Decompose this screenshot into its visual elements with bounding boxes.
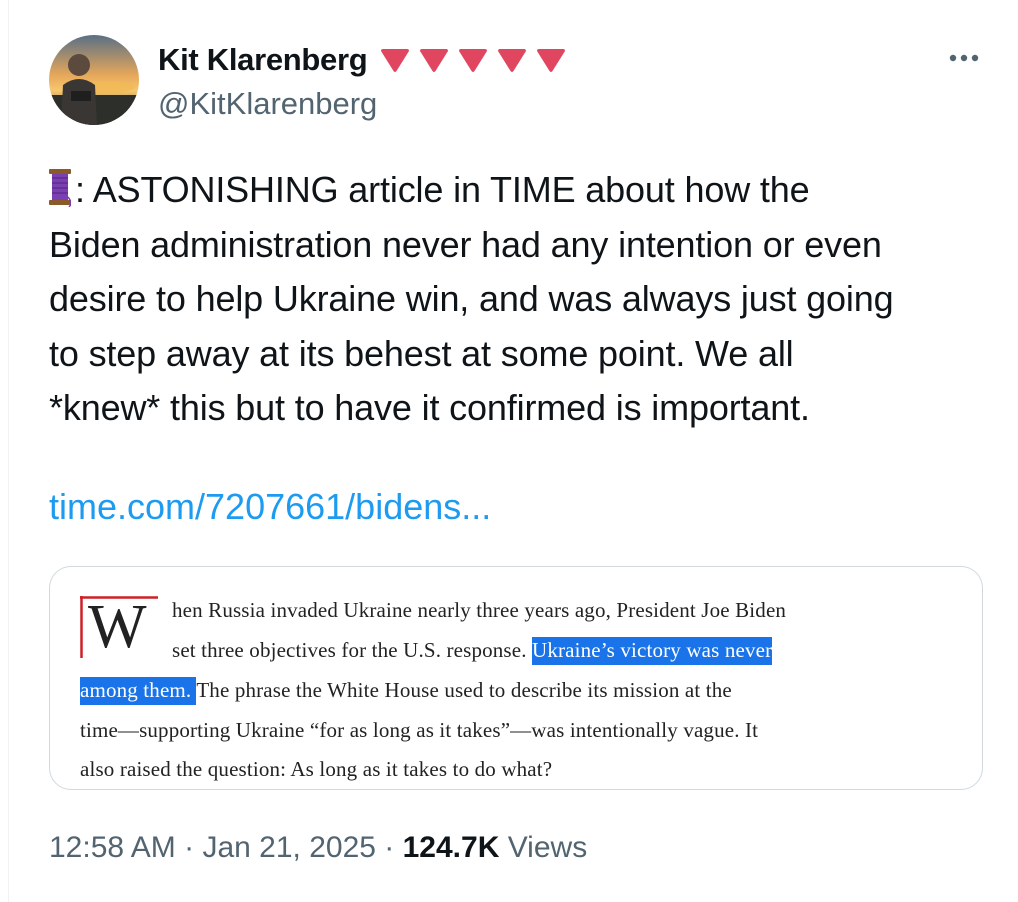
heart-suit-icon [381,49,410,72]
excerpt-line-4: time—supporting Ukraine “for as long as … [80,718,759,742]
excerpt-line-2-text: set three objectives for the U.S. respon… [172,638,533,662]
author-display-name[interactable]: Kit Klarenberg [158,42,368,78]
dropcap-letter: W [88,593,147,661]
excerpt-line-1: hen Russia invaded Ukraine nearly three … [172,598,787,622]
thread-spool-icon [49,167,72,208]
name-emoji-group [381,49,566,73]
views-count: 124.7K [402,831,500,864]
views-label: Views [507,831,588,864]
tweet-line-1: : ASTONISHING article in TIME about how … [75,169,810,210]
timeline-border [8,0,9,902]
tweet-date[interactable]: Jan 21, 2025 [202,831,375,864]
avatar-photo [49,35,139,125]
meta-separator: · [184,831,195,864]
heart-suit-icon [498,49,527,72]
meta-separator: · [384,831,395,864]
excerpt-line-5: also raised the question: As long as it … [80,757,553,781]
excerpt-line-2: set three objectives for the U.S. respon… [172,637,773,665]
tweet-line-5: *knew* this but to have it confirmed is … [49,387,810,428]
excerpt-line-3-text: The phrase the White House used to descr… [196,678,732,702]
excerpt-line-3: among them. The phrase the White House u… [80,677,732,705]
tweet-line-2: Biden administration never had any inten… [49,223,882,265]
tweet-text: : ASTONISHING article in TIME about how … [49,163,999,436]
heart-suit-icon [537,49,566,72]
tweet-line-3: desire to help Ukraine win, and was alwa… [49,278,894,319]
author-name-row: Kit Klarenberg [158,40,566,80]
highlighted-text: among them. [80,677,197,705]
tweet-meta: 12:58 AM · Jan 21, 2025 · 124.7K Views [49,831,587,865]
heart-suit-icon [420,49,449,72]
avatar[interactable] [49,35,139,125]
article-link[interactable]: time.com/7207661/bidens... [49,486,491,528]
tweet-line-4: to step away at its behest at some point… [49,332,794,374]
tweet-time[interactable]: 12:58 AM [49,831,176,864]
more-options-button[interactable] [944,44,984,72]
heart-suit-icon [459,49,488,72]
author-handle[interactable]: @KitKlarenberg [158,86,377,122]
more-horizontal-icon [949,54,979,62]
highlighted-text: Ukraine’s victory was never [532,637,773,665]
